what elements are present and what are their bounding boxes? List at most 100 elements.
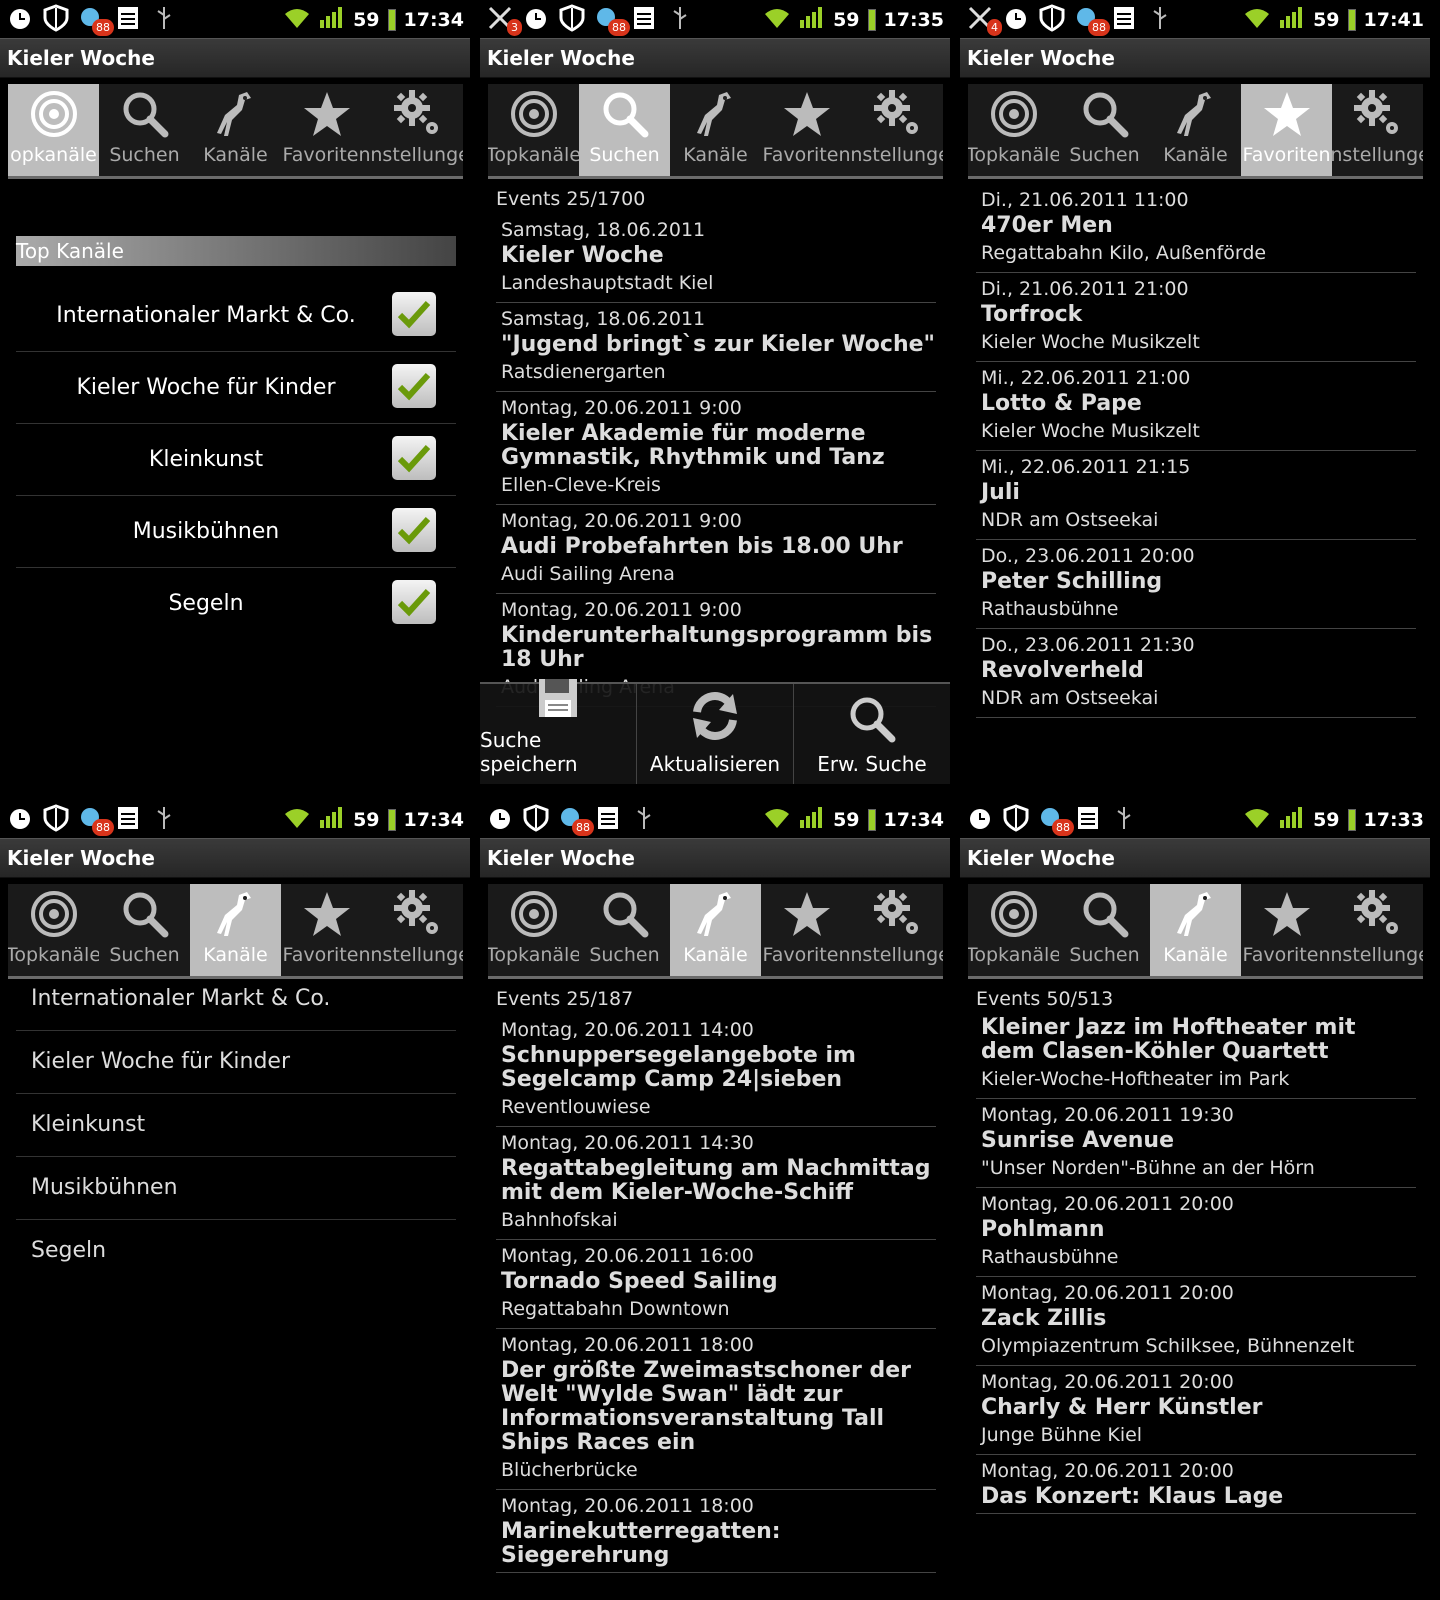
event-row[interactable]: Montag, 20.06.2011 19:30 Sunrise Avenue "U… bbox=[976, 1099, 1416, 1188]
event-location: Blücherbrücke bbox=[501, 1459, 638, 1481]
channel-item[interactable]: Kleinkunst bbox=[16, 1094, 456, 1157]
tab-topkanaele[interactable]: Topkanäle bbox=[488, 84, 579, 176]
tab-label: Suchen bbox=[1069, 144, 1140, 166]
search-icon bbox=[600, 84, 650, 144]
event-row[interactable]: Montag, 20.06.2011 18:00 Marinekutterrega… bbox=[496, 1490, 936, 1573]
signal-icon bbox=[319, 806, 345, 833]
event-location: Rathausbühne bbox=[981, 1246, 1119, 1268]
tab-label: Favoriten bbox=[1242, 944, 1331, 966]
event-date: Montag, 20.06.2011 18:00 bbox=[501, 1495, 754, 1517]
tab-topkanaele[interactable]: opkanäle bbox=[8, 84, 99, 176]
tab-topkanaele[interactable]: Topkanäle bbox=[8, 884, 99, 976]
event-row[interactable]: Montag, 20.06.2011 16:00 Tornado Speed Sa… bbox=[496, 1240, 936, 1329]
tab-favoriten[interactable]: Favoriten bbox=[281, 84, 372, 176]
event-row[interactable]: Montag, 20.06.2011 14:00 Schnuppersegelan… bbox=[496, 1014, 936, 1127]
tab-label: Favoriten bbox=[282, 944, 371, 966]
event-date: Do., 23.06.2011 20:00 bbox=[981, 545, 1195, 567]
app-update-icon: 88 bbox=[1074, 4, 1110, 36]
tab-kanaele[interactable]: Kanäle bbox=[670, 884, 761, 976]
event-row[interactable]: Montag, 20.06.2011 18:00 Der größte Zweim… bbox=[496, 1329, 936, 1490]
tab-suchen[interactable]: Suchen bbox=[579, 884, 670, 976]
event-row[interactable]: Montag, 20.06.2011 20:00 Das Konzert: Kla… bbox=[976, 1455, 1416, 1514]
channel-checkbox[interactable] bbox=[392, 364, 436, 408]
event-location: Junge Bühne Kiel bbox=[981, 1424, 1143, 1446]
event-date: Di., 21.06.2011 21:00 bbox=[981, 278, 1189, 300]
advanced-search-button[interactable]: Erw. Suche bbox=[793, 684, 950, 784]
event-location: Rathausbühne bbox=[981, 598, 1119, 620]
tab-topkanaele[interactable]: Topkanäle bbox=[488, 884, 579, 976]
tab-suchen[interactable]: Suchen bbox=[99, 84, 190, 176]
status-right: 59 17:41 bbox=[1243, 6, 1424, 33]
channel-label: Kleinkunst bbox=[148, 447, 264, 472]
event-row[interactable]: Kleiner Jazz im Hoftheater mit dem Clase… bbox=[976, 1014, 1416, 1099]
tab-kanaele[interactable]: Kanäle bbox=[190, 884, 281, 976]
screen-topkanaele: 88 59 17:34 Kieler Woche opkanäle Suchen Kanäl… bbox=[0, 0, 470, 784]
tab-einstellungen[interactable]: Einstellungen bbox=[852, 884, 943, 976]
event-row[interactable]: Montag, 20.06.2011 9:00 Kieler Akademie f… bbox=[496, 392, 936, 505]
tab-kanaele[interactable]: Kanäle bbox=[1150, 884, 1241, 976]
tab-einstellungen[interactable]: Einstellungen bbox=[1332, 884, 1423, 976]
tab-favoriten[interactable]: Favoriten bbox=[1241, 884, 1332, 976]
gear-icon bbox=[1352, 884, 1404, 944]
event-row[interactable]: Mi., 22.06.2011 21:00 Lotto & Pape Kieler … bbox=[976, 362, 1416, 451]
battery-percent: 59 bbox=[1313, 8, 1340, 31]
event-row[interactable]: Di., 21.06.2011 21:00 Torfrock Kieler Woch… bbox=[976, 273, 1416, 362]
tab-favoriten[interactable]: Favoriten bbox=[1241, 84, 1332, 176]
event-row[interactable]: Montag, 20.06.2011 20:00 Charly & Herr Kü… bbox=[976, 1366, 1416, 1455]
wifi-icon bbox=[1243, 806, 1271, 833]
event-row[interactable]: Montag, 20.06.2011 9:00 Audi Probefahrten… bbox=[496, 505, 936, 594]
channel-item[interactable]: Segeln bbox=[16, 1220, 456, 1282]
menu-label: Aktualisieren bbox=[649, 752, 781, 776]
gear-icon bbox=[1352, 84, 1404, 144]
tab-topkanaele[interactable]: Topkanäle bbox=[968, 84, 1059, 176]
tab-favoriten[interactable]: Favoriten bbox=[761, 884, 852, 976]
event-row[interactable]: Do., 23.06.2011 21:30 Revolverheld NDR am … bbox=[976, 629, 1416, 718]
channel-checkbox[interactable] bbox=[392, 580, 436, 624]
tab-suchen[interactable]: Suchen bbox=[1059, 84, 1150, 176]
channel-item[interactable]: Musikbühnen bbox=[16, 1157, 456, 1220]
channel-checkbox[interactable] bbox=[392, 436, 436, 480]
tab-einstellungen[interactable]: Einstellungen bbox=[1332, 84, 1423, 176]
channel-list: Internationaler Markt & Co. Kieler Woche … bbox=[16, 968, 456, 1282]
tab-label: Suchen bbox=[109, 144, 180, 166]
event-row[interactable]: Di., 21.06.2011 11:00 470er Men Regattabah… bbox=[976, 184, 1416, 273]
channel-item[interactable]: Internationaler Markt & Co. bbox=[16, 968, 456, 1031]
event-row[interactable]: Do., 23.06.2011 20:00 Peter Schilling Rath… bbox=[976, 540, 1416, 629]
event-title: Torfrock bbox=[981, 302, 1083, 327]
event-location: Bahnhofskai bbox=[501, 1209, 618, 1231]
tab-suchen[interactable]: Suchen bbox=[99, 884, 190, 976]
missed-count-badge: 3 bbox=[507, 19, 522, 36]
channel-row[interactable]: Internationaler Markt & Co. bbox=[16, 280, 456, 352]
tab-einstellungen[interactable]: Einstellungen bbox=[372, 884, 463, 976]
gear-icon bbox=[392, 884, 444, 944]
tab-favoriten[interactable]: Favoriten bbox=[761, 84, 852, 176]
channel-row[interactable]: Kleinkunst bbox=[16, 424, 456, 496]
event-row[interactable]: Montag, 20.06.2011 14:30 Regattabegleitun… bbox=[496, 1127, 936, 1240]
channel-row[interactable]: Segeln bbox=[16, 568, 456, 639]
tab-suchen[interactable]: Suchen bbox=[579, 84, 670, 176]
channel-row[interactable]: Musikbühnen bbox=[16, 496, 456, 568]
update-count-badge: 88 bbox=[1088, 19, 1110, 36]
channel-checkbox[interactable] bbox=[392, 508, 436, 552]
tab-kanaele[interactable]: Kanäle bbox=[670, 84, 761, 176]
event-row[interactable]: Mi., 22.06.2011 21:15 Juli NDR am Ostseeka… bbox=[976, 451, 1416, 540]
event-row[interactable]: Samstag, 18.06.2011 "Jugend bringt`s zur … bbox=[496, 303, 936, 392]
event-row[interactable]: Samstag, 18.06.2011 Kieler Woche Landeshau… bbox=[496, 214, 936, 303]
tab-favoriten[interactable]: Favoriten bbox=[281, 884, 372, 976]
tab-einstellungen[interactable]: Einstellungen bbox=[852, 84, 943, 176]
tab-kanaele[interactable]: Kanäle bbox=[190, 84, 281, 176]
channel-item[interactable]: Kieler Woche für Kinder bbox=[16, 1031, 456, 1094]
channel-row[interactable]: Kieler Woche für Kinder bbox=[16, 352, 456, 424]
tab-suchen[interactable]: Suchen bbox=[1059, 884, 1150, 976]
channel-checkbox[interactable] bbox=[392, 292, 436, 336]
tab-einstellungen[interactable]: Einstellungen bbox=[372, 84, 463, 176]
refresh-button[interactable]: Aktualisieren bbox=[636, 684, 793, 784]
event-title: Peter Schilling bbox=[981, 569, 1163, 594]
tab-topkanaele[interactable]: Topkanäle bbox=[968, 884, 1059, 976]
tab-kanaele[interactable]: Kanäle bbox=[1150, 84, 1241, 176]
event-row[interactable]: Montag, 20.06.2011 20:00 Pohlmann Rathausb… bbox=[976, 1188, 1416, 1277]
event-date: Montag, 20.06.2011 20:00 bbox=[981, 1371, 1234, 1393]
event-date: Mi., 22.06.2011 21:15 bbox=[981, 456, 1191, 478]
save-search-button[interactable]: Suche speichern bbox=[480, 679, 636, 784]
event-row[interactable]: Montag, 20.06.2011 20:00 Zack Zillis Olymp… bbox=[976, 1277, 1416, 1366]
